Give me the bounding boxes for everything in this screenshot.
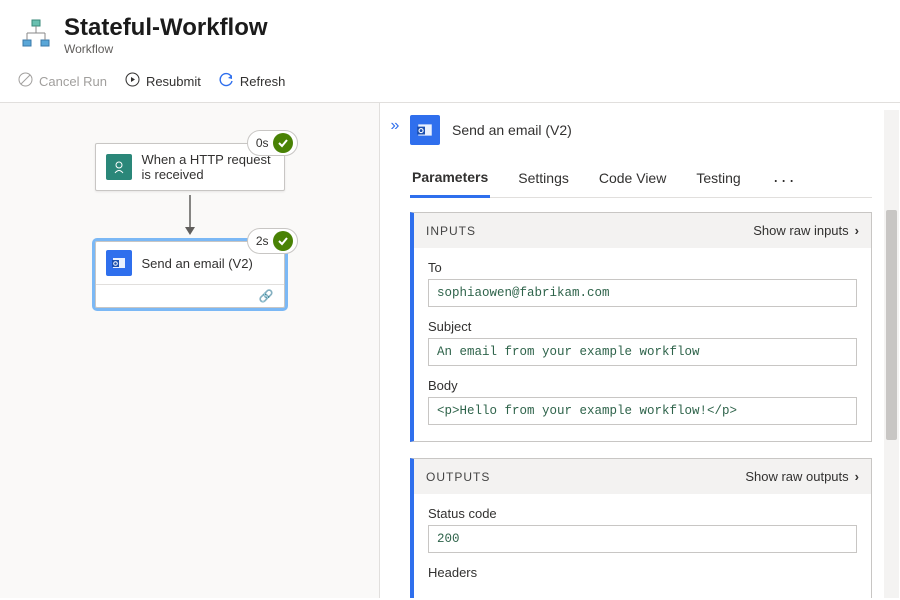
outputs-card: OUTPUTS Show raw outputs › Status code 2… [410, 458, 872, 598]
tab-bar: Parameters Settings Code View Testing ··… [410, 163, 872, 198]
refresh-icon [219, 72, 234, 90]
headers-label: Headers [428, 565, 857, 580]
success-icon [273, 231, 293, 251]
panel-title: Send an email (V2) [452, 122, 572, 138]
toolbar: Cancel Run Resubmit Refresh [0, 62, 900, 103]
subject-label: Subject [428, 319, 857, 334]
trigger-label: When a HTTP request is received [142, 152, 274, 182]
body-label: Body [428, 378, 857, 393]
to-label: To [428, 260, 857, 275]
trigger-status-badge: 0s [247, 130, 298, 156]
cancel-icon [18, 72, 33, 90]
workflow-logo-icon [18, 17, 54, 53]
collapse-panel-icon[interactable]: » [391, 117, 400, 134]
tab-overflow-button[interactable]: ··· [769, 170, 801, 191]
show-raw-inputs-link[interactable]: Show raw inputs › [753, 223, 859, 238]
outlook-icon [410, 115, 440, 145]
refresh-button[interactable]: Refresh [219, 72, 286, 90]
to-value[interactable]: sophiaowen@fabrikam.com [428, 279, 857, 307]
title-block: Stateful-Workflow Workflow [64, 14, 268, 56]
tab-parameters[interactable]: Parameters [410, 163, 490, 198]
tab-testing[interactable]: Testing [694, 164, 742, 196]
tab-settings[interactable]: Settings [516, 164, 571, 196]
inputs-card: INPUTS Show raw inputs › To sophiaowen@f… [410, 212, 872, 442]
outputs-heading: OUTPUTS [426, 470, 490, 484]
resubmit-icon [125, 72, 140, 90]
scrollbar-thumb[interactable] [886, 210, 897, 440]
tab-code-view[interactable]: Code View [597, 164, 668, 196]
trigger-node[interactable]: 0s When a HTTP request is received [95, 143, 285, 191]
resubmit-button[interactable]: Resubmit [125, 72, 201, 90]
action-label: Send an email (V2) [142, 256, 253, 271]
action-status-badge: 2s [247, 228, 298, 254]
cancel-run-button: Cancel Run [18, 72, 107, 90]
status-code-label: Status code [428, 506, 857, 521]
http-trigger-icon [106, 154, 132, 180]
chevron-right-icon: › [855, 223, 859, 238]
page-header: Stateful-Workflow Workflow [0, 0, 900, 62]
subject-value[interactable]: An email from your example workflow [428, 338, 857, 366]
vertical-scrollbar[interactable] [884, 110, 899, 598]
details-panel: Send an email (V2) Parameters Settings C… [410, 103, 900, 598]
action-node[interactable]: 2s Send an email (V2) 🔗 [95, 241, 285, 308]
designer-canvas[interactable]: 0s When a HTTP request is received 2s Se… [0, 103, 380, 598]
success-icon [273, 133, 293, 153]
page-title: Stateful-Workflow [64, 14, 268, 42]
show-raw-outputs-link[interactable]: Show raw outputs › [745, 469, 859, 484]
outlook-icon [106, 250, 132, 276]
chevron-right-icon: › [855, 469, 859, 484]
link-icon: 🔗 [96, 284, 284, 307]
inputs-heading: INPUTS [426, 224, 476, 238]
page-subtitle: Workflow [64, 42, 268, 56]
status-code-value[interactable]: 200 [428, 525, 857, 553]
connector-arrow-icon [0, 191, 379, 241]
body-value[interactable]: <p>Hello from your example workflow!</p> [428, 397, 857, 425]
